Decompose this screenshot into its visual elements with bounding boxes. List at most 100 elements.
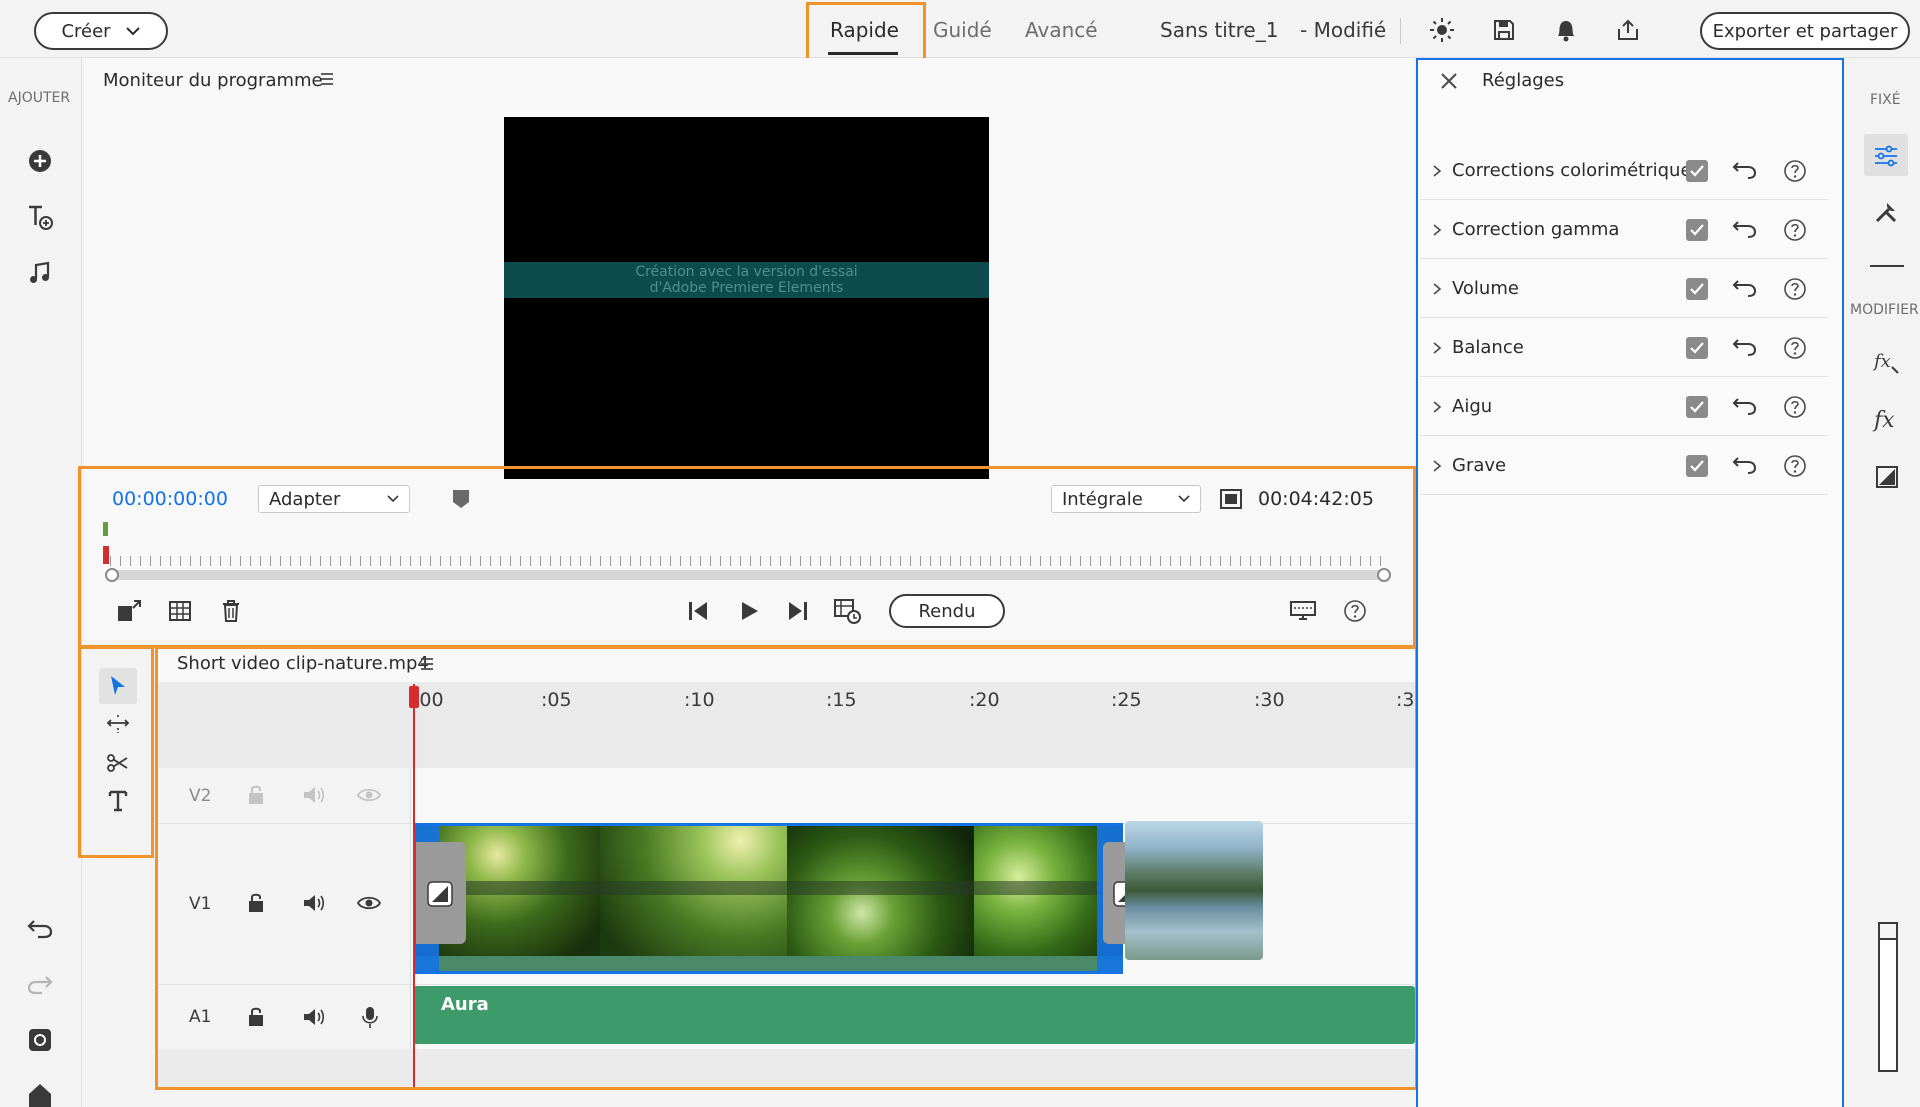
freeze-frame-icon[interactable] — [166, 598, 194, 624]
chevron-right-icon[interactable] — [1432, 164, 1442, 178]
chevron-right-icon[interactable] — [1432, 459, 1442, 473]
time-ruler[interactable]: :00 :05 :10 :15 :20 :25 :30 :3 — [158, 682, 1415, 768]
chevron-right-icon[interactable] — [1432, 223, 1442, 237]
organizer-icon[interactable] — [24, 1024, 56, 1056]
panel-scrollbar[interactable] — [1878, 922, 1898, 1072]
enable-checkbox[interactable] — [1686, 337, 1708, 359]
go-to-start-icon[interactable] — [684, 597, 712, 625]
enable-checkbox[interactable] — [1686, 396, 1708, 418]
current-timecode[interactable]: 00:00:00:00 — [112, 488, 228, 510]
enable-checkbox[interactable] — [1686, 160, 1708, 182]
setting-row-volume[interactable]: Volume — [1420, 260, 1828, 318]
playhead-marker[interactable] — [103, 546, 109, 564]
timeline-playhead-line[interactable] — [413, 684, 415, 1087]
audio-clip-aura[interactable]: Aura — [413, 986, 1415, 1044]
timeline-panel: Short video clip-nature.mp4 :00 :05 :10 … — [158, 649, 1415, 1087]
chevron-right-icon[interactable] — [1432, 341, 1442, 355]
chevron-right-icon[interactable] — [1432, 400, 1442, 414]
monitor-menu-icon[interactable] — [318, 70, 336, 88]
fullscreen-icon[interactable] — [1218, 486, 1244, 512]
lock-icon[interactable] — [246, 891, 266, 915]
reset-icon[interactable] — [1732, 218, 1758, 240]
scrub-end-handle[interactable] — [1377, 568, 1391, 582]
undo-icon[interactable] — [24, 912, 56, 944]
tab-guide[interactable]: Guidé — [933, 18, 992, 42]
scissors-tool-icon[interactable] — [104, 749, 132, 777]
transitions-icon[interactable] — [1874, 464, 1900, 490]
export-share-button[interactable]: Exporter et partager — [1700, 12, 1910, 50]
in-point-marker[interactable] — [103, 522, 108, 536]
timeline-playhead-head[interactable] — [409, 686, 419, 708]
create-button[interactable]: Créer — [34, 12, 168, 50]
play-icon[interactable] — [735, 597, 763, 625]
video-preview[interactable] — [504, 117, 989, 479]
tab-rapide[interactable]: Rapide — [830, 18, 899, 42]
effects-fx-icon[interactable]: fx — [1872, 406, 1900, 434]
panel-scrollbar-thumb[interactable] — [1878, 922, 1898, 940]
help-icon[interactable] — [1342, 598, 1368, 624]
help-icon[interactable] — [1783, 454, 1807, 478]
lock-icon[interactable] — [246, 1005, 266, 1029]
speaker-icon[interactable] — [302, 1006, 326, 1028]
marker-icon[interactable] — [449, 487, 473, 511]
setting-row-gamma[interactable]: Correction gamma — [1420, 201, 1828, 259]
speaker-icon[interactable] — [302, 892, 326, 914]
adjustments-sliders-icon[interactable] — [1872, 142, 1900, 170]
chevron-right-icon[interactable] — [1432, 282, 1442, 296]
enable-checkbox[interactable] — [1686, 278, 1708, 300]
tab-avance[interactable]: Avancé — [1025, 18, 1098, 42]
video-clip-lake[interactable] — [1125, 821, 1263, 960]
render-button[interactable]: Rendu — [889, 594, 1005, 628]
brightness-icon[interactable] — [1428, 16, 1456, 44]
text-tool-icon[interactable] — [104, 787, 132, 815]
reset-icon[interactable] — [1732, 277, 1758, 299]
add-to-timeline-icon[interactable] — [832, 597, 862, 625]
share-upload-icon[interactable] — [1614, 16, 1642, 44]
enable-checkbox[interactable] — [1686, 219, 1708, 241]
selection-tool-icon[interactable] — [104, 672, 132, 700]
go-to-end-icon[interactable] — [784, 597, 812, 625]
setting-row-bass[interactable]: Grave — [1420, 437, 1828, 495]
clip-thumbnail — [600, 826, 787, 971]
add-title-icon[interactable] — [24, 201, 56, 233]
help-icon[interactable] — [1783, 218, 1807, 242]
watermark-line-2: d'Adobe Premiere Elements — [649, 280, 844, 296]
reset-icon[interactable] — [1732, 336, 1758, 358]
notification-bell-icon[interactable] — [1552, 16, 1580, 44]
enable-checkbox[interactable] — [1686, 455, 1708, 477]
trash-icon[interactable] — [217, 598, 245, 624]
visibility-eye-icon[interactable] — [356, 894, 382, 912]
fit-select[interactable]: Adapter — [258, 485, 410, 513]
help-icon[interactable] — [1783, 395, 1807, 419]
help-icon[interactable] — [1783, 159, 1807, 183]
video-clip-nature[interactable] — [413, 823, 1123, 974]
reset-icon[interactable] — [1732, 454, 1758, 476]
help-icon[interactable] — [1783, 277, 1807, 301]
home-icon[interactable] — [24, 1080, 56, 1107]
reset-icon[interactable] — [1732, 159, 1758, 181]
applied-effects-icon[interactable]: fx — [1872, 348, 1900, 376]
reset-icon[interactable] — [1732, 395, 1758, 417]
timeline-menu-icon[interactable] — [418, 655, 436, 673]
save-icon[interactable] — [1490, 16, 1518, 44]
setting-row-balance[interactable]: Balance — [1420, 319, 1828, 377]
lock-icon[interactable] — [246, 783, 266, 807]
add-media-icon[interactable] — [24, 145, 56, 177]
ripple-trim-tool-icon[interactable] — [104, 710, 132, 738]
microphone-icon[interactable] — [362, 1005, 378, 1029]
quality-select[interactable]: Intégrale — [1051, 485, 1201, 513]
setting-row-color-correction[interactable]: Corrections colorimétriques — [1420, 142, 1828, 200]
speaker-icon[interactable] — [302, 784, 326, 806]
tools-icon[interactable] — [1872, 198, 1900, 226]
help-icon[interactable] — [1783, 336, 1807, 360]
monitor-view-icon[interactable] — [1288, 597, 1318, 625]
redo-icon[interactable] — [24, 968, 56, 1000]
setting-row-treble[interactable]: Aigu — [1420, 378, 1828, 436]
close-icon[interactable] — [1438, 70, 1460, 92]
scrub-start-handle[interactable] — [105, 568, 119, 582]
add-music-icon[interactable] — [24, 257, 56, 289]
split-clip-icon[interactable] — [115, 598, 143, 624]
transition-icon[interactable] — [427, 881, 453, 907]
visibility-eye-icon[interactable] — [356, 786, 382, 804]
scrub-track[interactable] — [110, 570, 1385, 580]
